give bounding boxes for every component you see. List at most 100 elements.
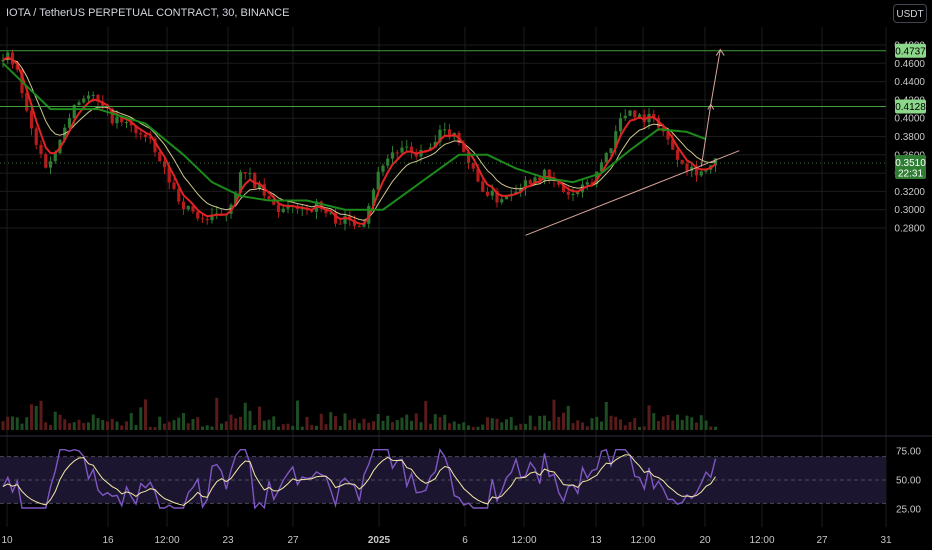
currency-button[interactable]: USDT: [893, 4, 927, 23]
candle-body: [405, 146, 409, 148]
volume-bar: [462, 422, 466, 430]
candle-body: [86, 95, 91, 99]
volume-bar: [433, 414, 437, 430]
volume-bar: [196, 417, 200, 430]
volume-bar: [357, 423, 361, 430]
volume-bar: [15, 417, 19, 430]
volume-bar: [519, 423, 523, 430]
volume-bar: [661, 416, 665, 430]
volume-bar: [685, 415, 689, 430]
volume-bar: [638, 426, 641, 430]
volume-bar: [381, 420, 385, 430]
volume-bar: [315, 425, 318, 430]
time-tick-label: 16: [102, 535, 114, 546]
candle-body: [338, 223, 342, 225]
volume-bar: [467, 425, 470, 430]
volume-bar: [262, 420, 266, 430]
candle-body: [471, 163, 475, 169]
volume-bar: [500, 422, 504, 430]
candle-body: [500, 199, 504, 203]
candle-body: [253, 173, 257, 189]
volume-bar: [585, 426, 589, 430]
price-tick-label: 0.4000: [894, 114, 925, 125]
volume-bar: [505, 419, 508, 430]
volume-bar: [186, 423, 190, 430]
candle-body: [205, 219, 209, 221]
volume-bar: [96, 418, 100, 430]
volume-bar: [106, 421, 109, 430]
volume-bar: [595, 416, 599, 430]
candle-body: [618, 118, 623, 132]
volume-bar: [324, 424, 328, 430]
candle-body: [571, 194, 575, 196]
chart-title: IOTA / TetherUS PERPETUAL CONTRACT, 30, …: [6, 7, 290, 19]
volume-bar: [253, 425, 257, 430]
time-tick-label: 27: [287, 535, 299, 546]
volume-bar: [476, 426, 480, 430]
last-price-text: 0.3510: [895, 158, 926, 169]
volume-bar: [353, 418, 356, 430]
volume-bar: [495, 418, 499, 430]
volume-bar: [153, 426, 157, 430]
volume-bar: [163, 423, 166, 430]
volume-bar: [6, 416, 10, 430]
volume-bar: [258, 406, 261, 430]
volume-bar: [709, 426, 713, 430]
volume-bar: [699, 415, 703, 430]
volume-bar: [367, 422, 371, 430]
volume-bar: [543, 415, 546, 430]
candle-body: [675, 149, 680, 160]
volume-bar: [486, 417, 489, 430]
volume-bar: [576, 420, 580, 430]
volume-bar: [319, 413, 323, 430]
candle-body: [481, 181, 485, 192]
volume-bar: [581, 422, 584, 430]
volume-bar: [210, 426, 214, 430]
volume-bar: [443, 414, 447, 430]
time-tick-label: 12:00: [511, 535, 536, 546]
volume-bar: [129, 413, 133, 430]
volume-bar: [205, 425, 209, 430]
level-label-text: 0.4737: [895, 46, 926, 57]
volume-bar: [115, 421, 119, 430]
volume-bar: [362, 418, 366, 430]
candle-body: [177, 188, 181, 202]
volume-bar: [419, 422, 423, 430]
volume-bar: [1, 421, 5, 430]
volume-bar: [25, 417, 29, 430]
volume-bar: [623, 425, 627, 430]
volume-bar: [272, 416, 276, 430]
volume-bar: [633, 418, 637, 430]
volume-bar: [414, 413, 418, 430]
volume-bar: [429, 423, 432, 430]
volume-bar: [177, 417, 181, 430]
volume-bar: [182, 413, 185, 430]
candle-body: [267, 195, 271, 200]
volume-bar: [457, 423, 461, 430]
price-tick-label: 0.2800: [894, 224, 925, 235]
candle-body: [585, 182, 589, 185]
volume-bar: [281, 424, 285, 430]
candle-body: [443, 129, 447, 131]
candle-body: [699, 171, 703, 176]
volume-bar: [134, 424, 138, 430]
time-tick-label: 23: [222, 535, 234, 546]
volume-bar: [267, 419, 271, 430]
candle-body: [124, 122, 129, 124]
volume-bar: [405, 414, 409, 430]
volume-bar: [680, 420, 684, 430]
volume-bar: [329, 412, 333, 430]
time-tick-label: 20: [699, 535, 711, 546]
volume-bar: [571, 423, 575, 430]
volume-bar: [338, 426, 342, 430]
candle-body: [381, 165, 385, 172]
volume-bar: [619, 419, 622, 430]
volume-bar: [91, 414, 95, 430]
volume-bar: [158, 416, 162, 430]
price-chart[interactable]: 0.48000.46000.44000.42000.40000.38000.36…: [0, 0, 932, 550]
candle-body: [181, 201, 186, 210]
volume-bar: [30, 404, 33, 430]
volume-bar: [243, 402, 247, 430]
volume-bar: [191, 419, 195, 430]
volume-bar: [101, 419, 105, 430]
